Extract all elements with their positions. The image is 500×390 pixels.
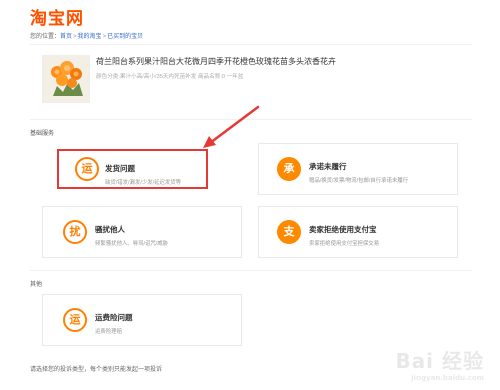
watermark-sub: jingyan.baidu.com bbox=[411, 374, 484, 382]
watermark-text: Bai 经验 bbox=[395, 349, 484, 373]
annotation-arrow bbox=[203, 105, 260, 148]
baidu-watermark: Bai 经验 jingyan.baidu.com bbox=[395, 345, 484, 382]
